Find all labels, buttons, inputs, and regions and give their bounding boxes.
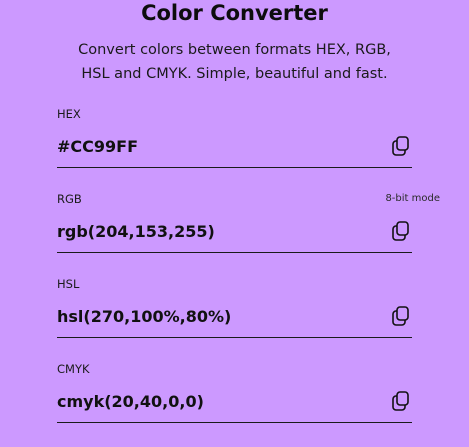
hex-underline [57, 167, 412, 168]
cmyk-underline [57, 422, 412, 423]
hex-label: HEX [57, 107, 81, 121]
copy-icon[interactable] [390, 305, 412, 327]
hsl-input[interactable] [57, 307, 397, 327]
copy-icon[interactable] [390, 220, 412, 242]
rgb-underline [57, 252, 412, 253]
hsl-label: HSL [57, 277, 80, 291]
hex-input[interactable] [57, 137, 397, 157]
rgb-input[interactable] [57, 222, 397, 242]
copy-icon[interactable] [390, 390, 412, 412]
rgb-label: RGB [57, 192, 82, 206]
rgb-mode-label[interactable]: 8-bit mode [385, 192, 440, 206]
cmyk-label: CMYK [57, 362, 90, 376]
copy-icon[interactable] [390, 135, 412, 157]
page-subtitle: Convert colors between formats HEX, RGB,… [78, 42, 391, 82]
hsl-underline [57, 337, 412, 338]
rgb-field: RGB 8-bit mode [57, 192, 440, 256]
page-title: Color Converter [141, 1, 328, 25]
hex-field: HEX [57, 107, 412, 171]
hsl-field: HSL [57, 277, 412, 341]
cmyk-field: CMYK [57, 362, 412, 426]
cmyk-input[interactable] [57, 392, 397, 412]
